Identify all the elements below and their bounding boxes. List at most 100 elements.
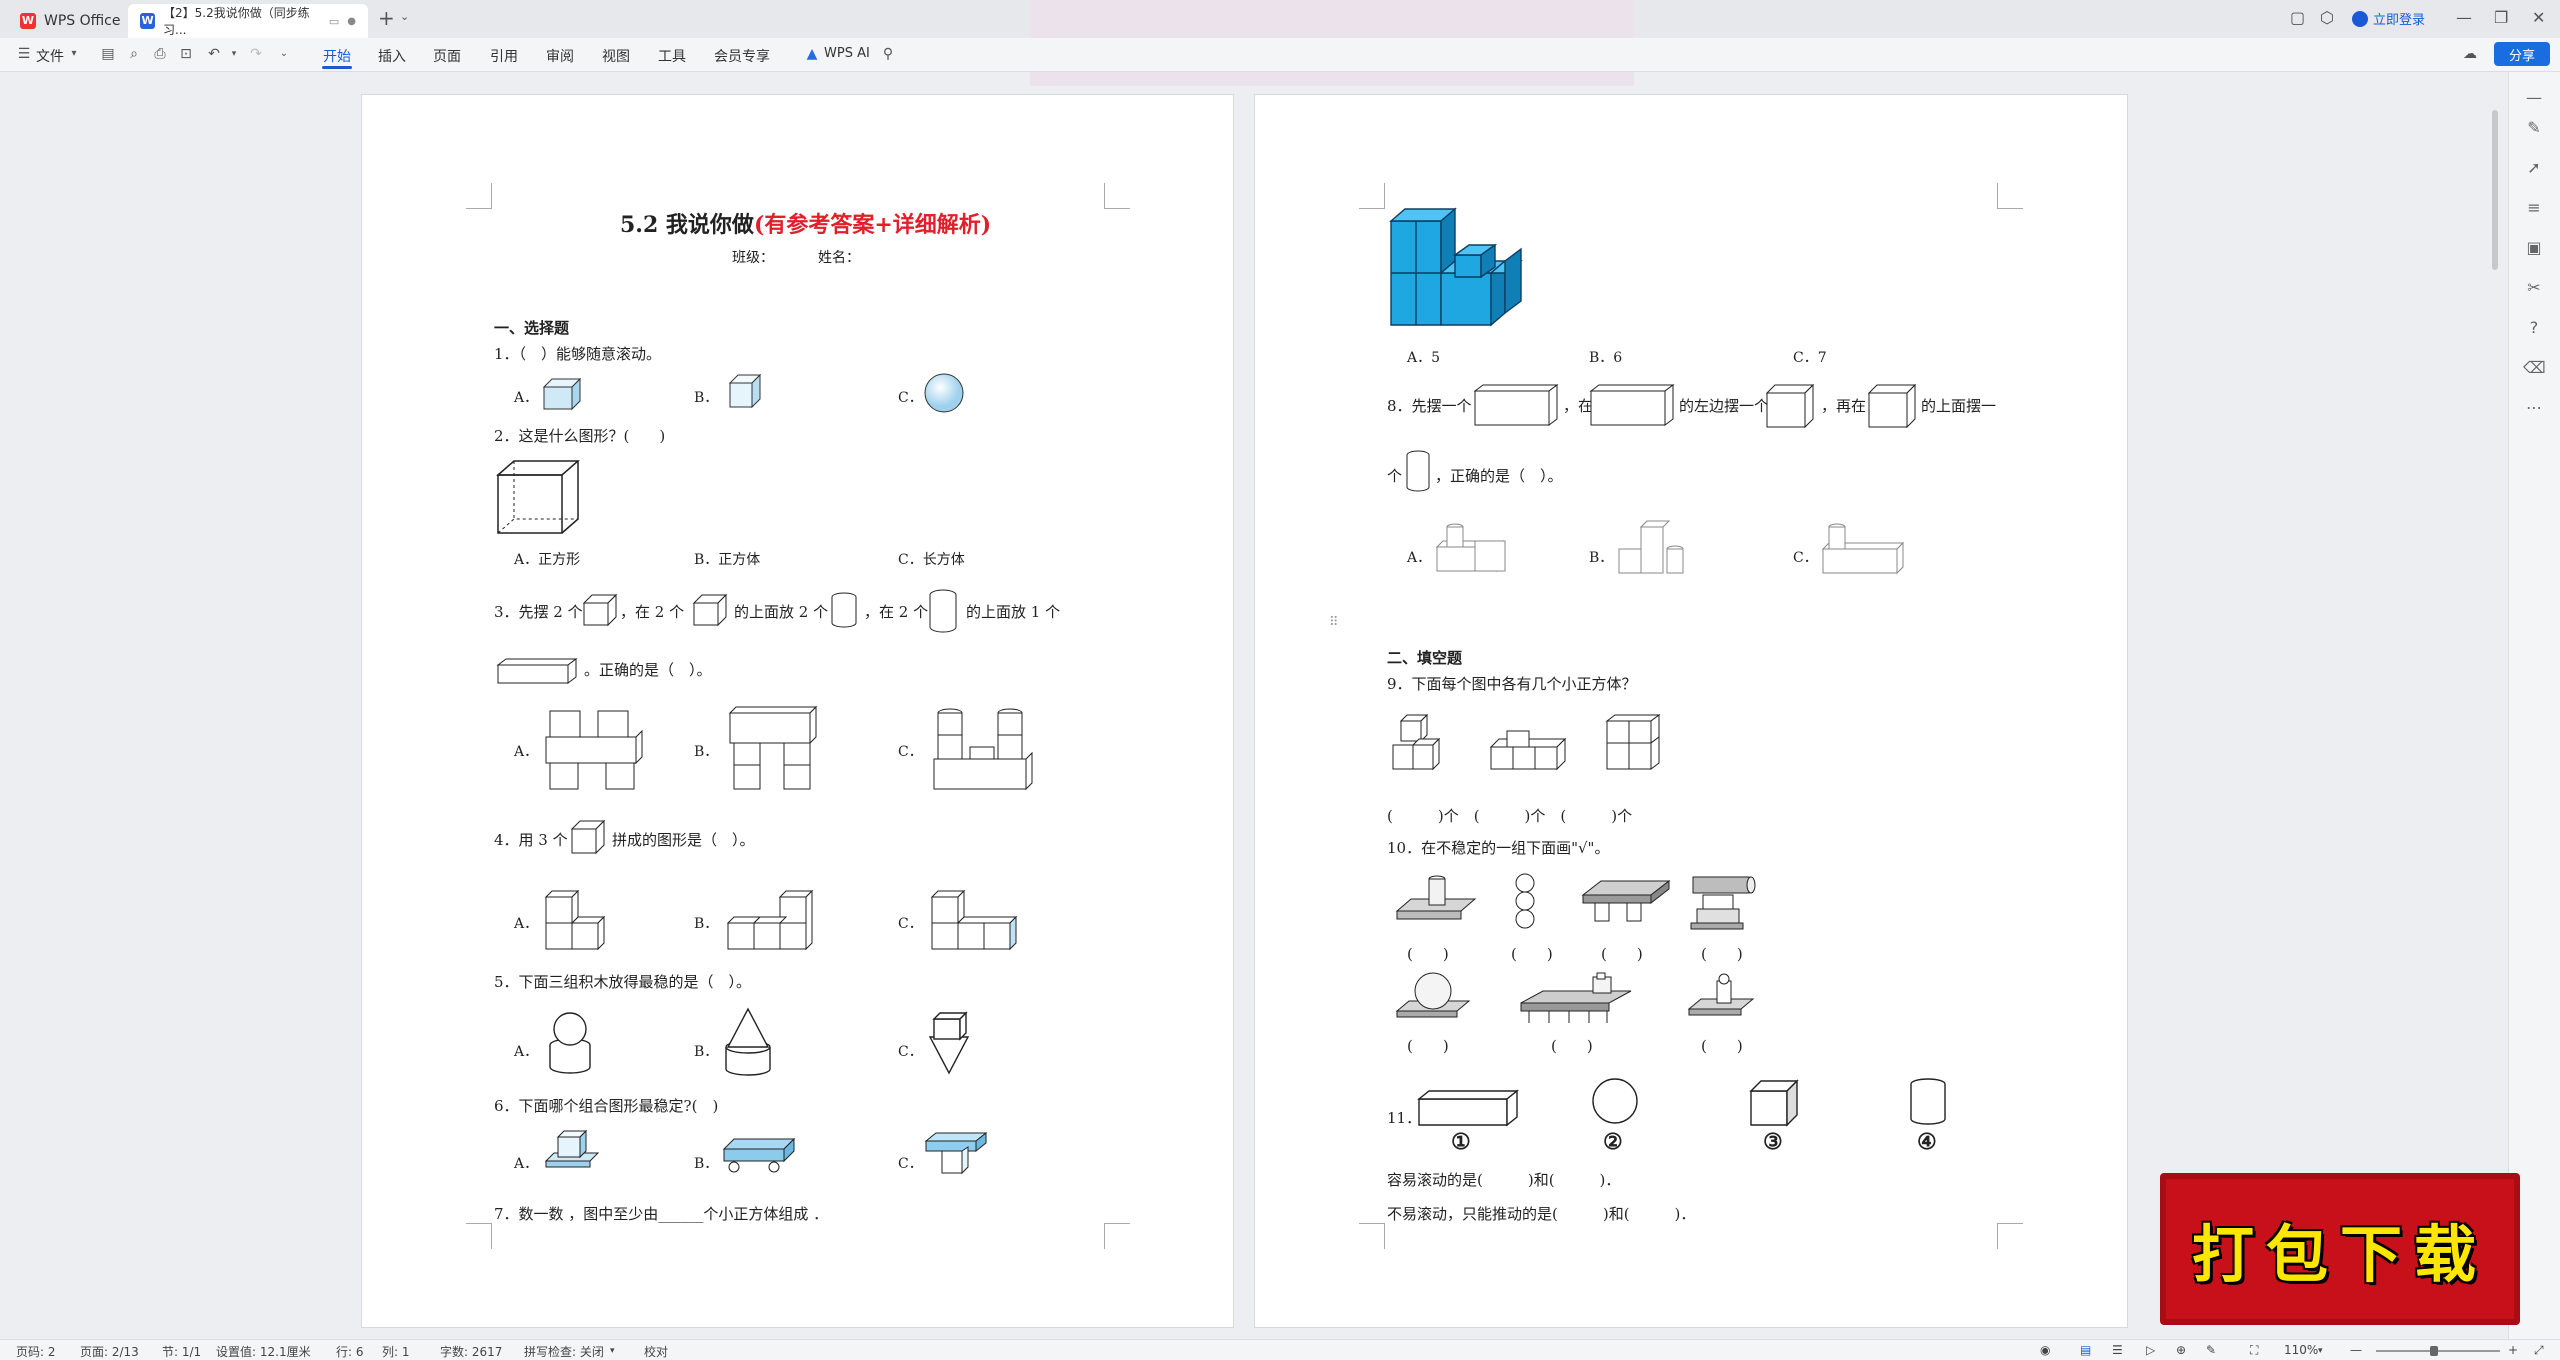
zoom-level[interactable]: 110% [2284, 1343, 2318, 1357]
play-icon[interactable]: ▷ [2146, 1343, 2155, 1357]
outline-view-icon[interactable]: ☰ [2112, 1343, 2123, 1357]
fit-page-icon[interactable]: ⛶ [2250, 1343, 2258, 1358]
web-view-icon[interactable]: ⊕ [2176, 1343, 2186, 1357]
close-icon[interactable]: ✕ [2532, 8, 2545, 27]
block-stack-diagram [933, 708, 1033, 791]
tools-icon[interactable]: ✂ [2523, 278, 2545, 300]
stacked-balls-diagram [1515, 873, 1535, 929]
image-tool-icon[interactable]: ▣ [2523, 238, 2545, 260]
help-icon[interactable]: ? [2523, 318, 2545, 340]
sliders-icon[interactable]: ≡ [2523, 198, 2545, 220]
status-word-count[interactable]: 字数: 2617 [440, 1343, 502, 1360]
question-6: 6．下面哪个组合图形最稳定?( ) [494, 1097, 719, 1115]
status-setting-value[interactable]: 设置值: 12.1厘米 [216, 1343, 311, 1360]
redo-icon[interactable]: ↷ [248, 46, 264, 62]
page-view-icon[interactable]: ▤ [2080, 1343, 2091, 1357]
spell-chevron-icon[interactable]: ▾ [610, 1346, 615, 1356]
tab-page[interactable]: 页面 [433, 46, 461, 66]
window-layout-icon[interactable]: ▢ [2290, 8, 2305, 27]
drag-handle-icon[interactable]: ⠿ [1329, 615, 1339, 630]
cuboid-icon [496, 658, 578, 684]
vertical-scrollbar[interactable] [2492, 110, 2498, 270]
undo-icon[interactable]: ↶ [206, 46, 222, 62]
status-spell-check[interactable]: 拼写检查: 关闭 [524, 1343, 604, 1360]
question-2: 2．这是什么图形？( ) [494, 427, 666, 445]
tab-reference[interactable]: 引用 [490, 46, 518, 66]
zoom-chevron-icon[interactable]: ▾ [2318, 1346, 2323, 1356]
tab-member[interactable]: 会员专享 [714, 46, 770, 66]
zoom-slider[interactable] [2376, 1350, 2500, 1352]
cuboid-icon [1473, 384, 1559, 426]
minimize-icon[interactable]: — [2456, 8, 2472, 27]
find-icon[interactable]: ⌕ [126, 46, 142, 62]
right-side-panel: — ✎ ➚ ≡ ▣ ✂ ? ⌫ ⋯ [2508, 72, 2560, 1339]
cube-icon [582, 593, 618, 627]
status-page-count[interactable]: 页面: 2/13 [80, 1343, 139, 1360]
wps-ai-button[interactable]: WPS AI [824, 46, 870, 61]
new-tab-button[interactable]: + [378, 6, 395, 30]
q9-answer-blanks: ( )个 ( )个 ( )个 [1387, 807, 1633, 825]
tab-preview-icon[interactable]: ▭ [329, 15, 339, 28]
file-menu[interactable]: 文件 [36, 46, 64, 66]
share-button[interactable]: 分享 [2494, 42, 2550, 66]
cylinder-icon [1910, 1078, 1946, 1125]
zoom-slider-thumb[interactable] [2430, 1346, 2438, 1356]
block-stack-diagram [728, 705, 818, 790]
status-page-number[interactable]: 页码: 2 [16, 1343, 56, 1360]
cube-stack-diagram [930, 889, 1018, 951]
tab-document[interactable]: W 【2】5.2我说你做（同步练习... ▭ ● [128, 4, 368, 38]
question-3-part-e: 的上面放 1 个 [966, 603, 1061, 621]
login-button[interactable]: 立即登录 [2352, 9, 2425, 28]
cube-icon[interactable]: ⬡ [2320, 8, 2334, 27]
q6-option-c: C． [898, 1156, 923, 1172]
more-icon[interactable]: ⋯ [2523, 398, 2545, 420]
print-preview-icon[interactable]: ⊡ [178, 46, 194, 62]
download-banner[interactable]: 打包下载 [2160, 1173, 2520, 1325]
select-cursor-icon[interactable]: ➚ [2523, 158, 2545, 180]
zoom-out-icon[interactable]: — [2350, 1343, 2362, 1357]
collapse-icon[interactable]: — [2523, 88, 2545, 110]
fullscreen-icon[interactable]: ⤢ [2534, 1343, 2544, 1358]
tab-wps-office[interactable]: W WPS Office [8, 4, 133, 38]
pen-icon[interactable]: ✎ [2523, 118, 2545, 140]
tab-unsaved-dot-icon[interactable]: ● [347, 16, 356, 27]
zoom-in-icon[interactable]: + [2508, 1343, 2518, 1357]
question-3-part-c: 的上面放 2 个 [734, 603, 829, 621]
chevron-down-icon[interactable]: ▾ [66, 46, 82, 62]
block-arrangement-diagram [1618, 520, 1684, 574]
tab-start[interactable]: 开始 [323, 46, 351, 66]
q10-paren: ( ) [1551, 1037, 1593, 1055]
wps-logo-icon: W [20, 13, 36, 29]
clear-format-icon[interactable]: ⌫ [2523, 358, 2546, 380]
tab-insert[interactable]: 插入 [378, 46, 406, 66]
question-8-part-e: 的上面摆一 [1921, 397, 1997, 415]
question-9: 9．下面每个图中各有几个小正方体？ [1387, 675, 1637, 693]
pen-view-icon[interactable]: ✎ [2206, 1343, 2216, 1357]
tab-view[interactable]: 视图 [602, 46, 630, 66]
undo-chevron-icon[interactable]: ▾ [226, 46, 242, 62]
cloud-sync-icon[interactable]: ☁ [2462, 46, 2478, 62]
q1-option-a: A． [514, 390, 539, 406]
save-icon[interactable]: ▤ [100, 46, 116, 62]
q3-option-c: C． [898, 744, 923, 760]
status-column[interactable]: 列: 1 [382, 1343, 410, 1360]
eye-protect-icon[interactable]: ◉ [2040, 1343, 2050, 1357]
tab-tools[interactable]: 工具 [658, 46, 686, 66]
tab-review[interactable]: 审阅 [546, 46, 574, 66]
status-proofread[interactable]: 校对 [644, 1343, 668, 1360]
status-section[interactable]: 节: 1/1 [162, 1343, 201, 1360]
menu-icon[interactable]: ☰ [16, 46, 32, 62]
search-icon[interactable]: ⚲ [880, 46, 896, 62]
question-1: 1．（ ）能够随意滚动。 [494, 345, 662, 363]
question-8-line2-b: ，正确的是（ ）。 [1435, 467, 1563, 485]
status-row[interactable]: 行: 6 [336, 1343, 364, 1360]
restore-icon[interactable]: ❐ [2494, 8, 2508, 27]
block-arrangement-diagram [1821, 523, 1905, 575]
more-chevron-icon[interactable]: ⌄ [276, 46, 292, 62]
question-8-line2-a: 个 [1387, 467, 1403, 485]
block-stack-diagram [545, 710, 643, 790]
print-icon[interactable]: ⎙ [152, 46, 168, 62]
title-red: (有参考答案+详细解析) [753, 212, 992, 238]
question-3-part-d: ，在 2 个 [864, 603, 929, 621]
tab-list-chevron-icon[interactable]: ⌄ [400, 10, 409, 23]
